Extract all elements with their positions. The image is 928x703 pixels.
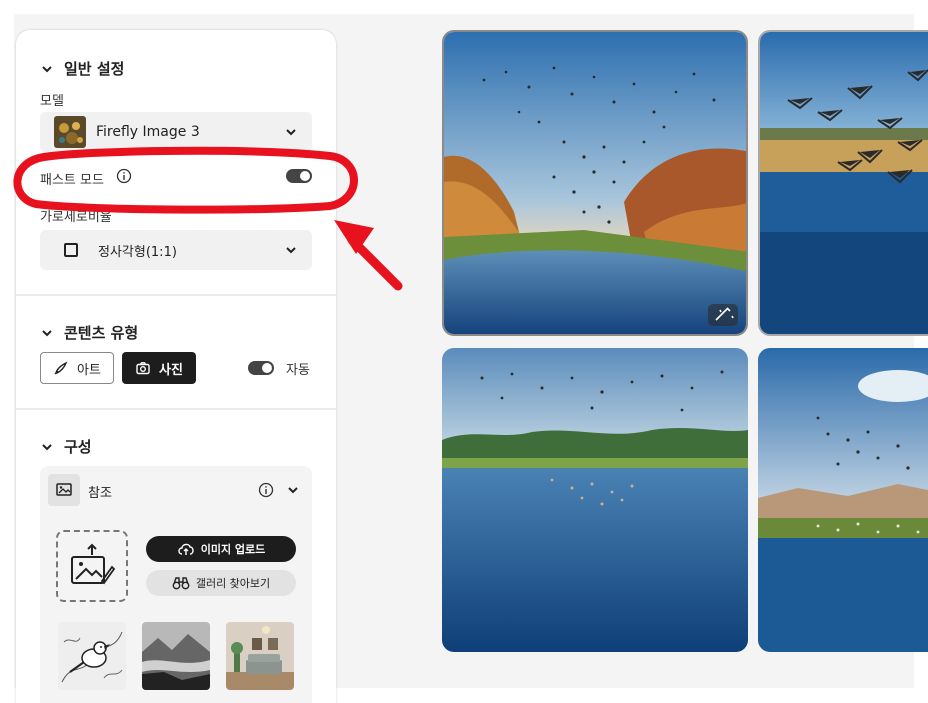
image-birds-over-water xyxy=(760,32,928,334)
reference-card: 참조 이미지 업로드 갤러리 찾아보기 xyxy=(40,466,312,703)
fast-mode-toggle[interactable] xyxy=(286,169,312,183)
reference-thumbnail-bird-sketch[interactable] xyxy=(58,622,126,690)
upload-image-button[interactable]: 이미지 업로드 xyxy=(146,536,296,562)
screenshot: 일반 설정 모델 Firefly Image 3 패스트 모드 가로세로비율 정… xyxy=(0,0,928,703)
reference-label: 참조 xyxy=(88,486,112,501)
toggle-knob xyxy=(300,171,310,181)
general-settings-title: 일반 설정 xyxy=(64,60,125,78)
upload-image-icon xyxy=(71,543,116,585)
image-river-birds-autumn xyxy=(444,32,746,334)
square-icon xyxy=(64,243,78,257)
generated-image-3[interactable] xyxy=(442,348,748,652)
aspect-ratio-value: 정사각형(1:1) xyxy=(98,244,177,260)
aspect-ratio-label: 가로세로비율 xyxy=(40,210,112,225)
image-flock-over-lake xyxy=(442,348,748,652)
info-icon[interactable] xyxy=(258,482,274,498)
browse-gallery-label: 갤러리 찾아보기 xyxy=(195,577,271,590)
camera-icon xyxy=(136,362,150,375)
art-label: 아트 xyxy=(77,362,101,378)
binoculars-icon xyxy=(172,577,190,590)
chevron-down-icon[interactable] xyxy=(286,483,300,497)
fast-mode-label: 패스트 모드 xyxy=(40,173,104,188)
art-button[interactable]: 아트 xyxy=(40,352,114,384)
content-type-title: 콘텐츠 유형 xyxy=(64,324,139,342)
chevron-down-icon xyxy=(42,329,52,336)
model-value: Firefly Image 3 xyxy=(96,124,200,140)
chevron-down-icon xyxy=(42,65,52,72)
reference-thumbnail-living-room[interactable] xyxy=(226,622,294,690)
image-birds-mountains-lake xyxy=(758,348,928,652)
aspect-ratio-dropdown[interactable]: 정사각형(1:1) xyxy=(40,230,312,270)
browse-gallery-button[interactable]: 갤러리 찾아보기 xyxy=(146,570,296,596)
reference-thumbnail-mountain-lake[interactable] xyxy=(142,622,210,690)
section-divider xyxy=(16,294,336,296)
chevron-down-icon xyxy=(42,443,52,450)
chevron-down-icon xyxy=(286,129,296,136)
generated-image-2[interactable] xyxy=(758,30,928,336)
composition-header[interactable]: 구성 xyxy=(40,436,92,457)
generated-image-4[interactable] xyxy=(758,348,928,652)
image-drop-zone[interactable] xyxy=(56,530,128,602)
reference-image-icon xyxy=(48,474,80,506)
general-settings-header[interactable]: 일반 설정 xyxy=(40,58,124,79)
model-dropdown[interactable]: Firefly Image 3 xyxy=(40,112,312,152)
brush-icon xyxy=(54,361,68,375)
section-divider xyxy=(16,408,336,410)
generated-image-1[interactable] xyxy=(442,30,748,336)
content-type-header[interactable]: 콘텐츠 유형 xyxy=(40,322,138,343)
upload-image-label: 이미지 업로드 xyxy=(200,543,266,556)
photo-label: 사진 xyxy=(159,362,183,378)
composition-title: 구성 xyxy=(64,438,92,456)
auto-label: 자동 xyxy=(286,363,310,378)
chevron-down-icon xyxy=(286,247,296,254)
model-thumbnail xyxy=(54,116,86,148)
info-icon[interactable] xyxy=(116,168,132,184)
settings-panel: 일반 설정 모델 Firefly Image 3 패스트 모드 가로세로비율 정… xyxy=(16,30,336,703)
photo-button[interactable]: 사진 xyxy=(122,352,196,384)
cloud-upload-icon xyxy=(178,543,194,555)
toggle-knob xyxy=(262,363,272,373)
auto-toggle[interactable] xyxy=(248,361,274,375)
model-label: 모델 xyxy=(40,94,64,109)
